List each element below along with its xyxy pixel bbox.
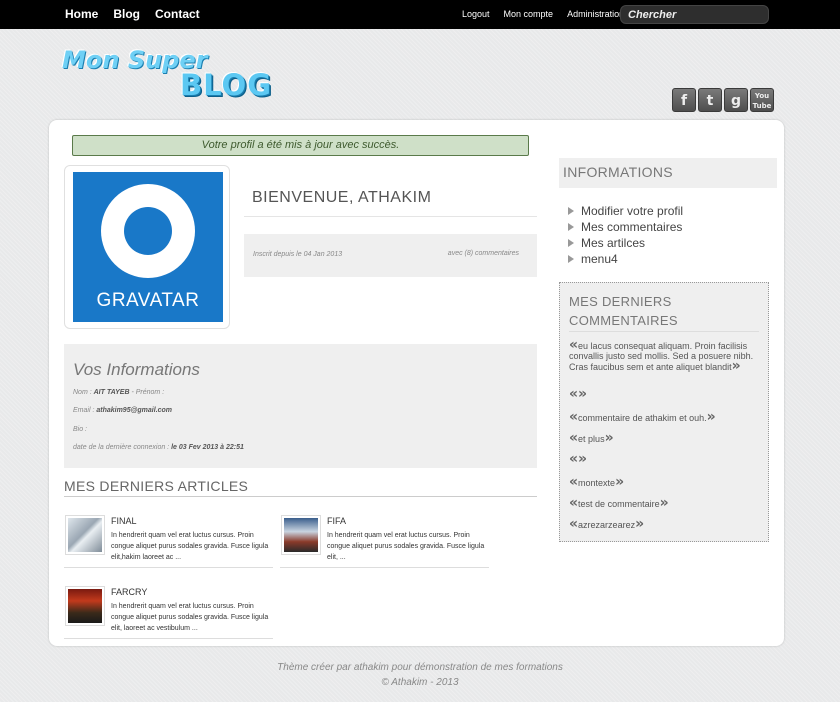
comment-item[interactable]: «eu lacus consequat aliquam. Proin facil… [569,338,761,374]
footer-copyright: © Athakim - 2013 [381,677,459,688]
open-quote-icon: « [569,409,579,425]
divider [64,496,537,497]
success-message: Votre profil a été mis à jour avec succè… [72,135,529,156]
gravatar-wordmark: GRAVATAR [96,290,200,311]
open-quote-icon: « [569,451,579,467]
close-quote-icon: » [635,516,645,532]
sidebar-info-header: INFORMATIONS [559,158,777,188]
last-login-row: date de la dernière connexion : le 03 Fe… [73,444,244,451]
sidebar-item-edit-profile[interactable]: Modifier votre profil [568,203,683,219]
open-quote-icon: « [569,430,579,446]
recent-comments-title: MES DERNIERS COMMENTAIRES [569,294,678,328]
comment-item[interactable]: «azrezarzearez» [569,516,761,532]
nav-contact[interactable]: Contact [155,7,200,21]
site-logo[interactable]: Mon Super BLOG [62,46,282,104]
open-quote-icon: « [569,474,579,490]
info-title: Vos Informations [73,360,200,379]
logo-line2: BLOG [180,68,273,102]
article-title[interactable]: FINAL [111,516,137,526]
triangle-right-icon [568,239,574,247]
email-value: athakim95@gmail.com [96,407,173,414]
close-quote-icon: » [615,474,625,490]
article-card[interactable]: FINAL In hendrerit quam vel erat luctus … [64,515,273,568]
close-quote-icon: » [731,358,741,374]
nav-home[interactable]: Home [65,7,98,21]
article-excerpt: In hendrerit quam vel erat luctus cursus… [111,603,269,632]
admin-link[interactable]: Administration [567,9,624,19]
member-since: Inscrit depuis le 04 Jan 2013 [253,251,343,258]
close-quote-icon: » [659,495,669,511]
triangle-right-icon [568,255,574,263]
google-icon[interactable]: g [724,88,748,112]
article-excerpt: In hendrerit quam vel erat luctus cursus… [327,532,485,561]
recent-comments-box: MES DERNIERS COMMENTAIRES «eu lacus cons… [559,282,769,542]
articles-title: MES DERNIERS ARTICLES [64,478,249,494]
email-row: Email : athakim95@gmail.com [73,407,173,414]
facebook-icon[interactable]: f [672,88,696,112]
member-info-box: Inscrit depuis le 04 Jan 2013 avec (8) c… [244,234,537,277]
gravatar-logo-icon [101,184,195,278]
article-thumbnail[interactable] [281,515,321,555]
sidebar-item-comments[interactable]: Mes commentaires [568,219,683,235]
article-card[interactable]: FARCRY In hendrerit quam vel erat luctus… [64,586,273,639]
nav-blog[interactable]: Blog [113,7,140,21]
triangle-right-icon [568,223,574,231]
open-quote-icon: « [569,386,579,402]
divider [244,216,537,217]
close-quote-icon: » [578,386,588,402]
search-input[interactable] [620,5,769,24]
top-bar: Home Blog Contact Logout Mon compte Admi… [0,0,840,29]
bio-row: Bio : [73,426,88,433]
last-login-value: le 03 Fev 2013 à 22:51 [171,444,244,451]
social-links: f t g You Tube [672,88,774,112]
open-quote-icon: « [569,495,579,511]
article-card[interactable]: FIFA In hendrerit quam vel erat luctus c… [280,515,489,568]
footer-credit: Thème créer par athakim pour démonstrati… [277,662,563,673]
close-quote-icon: » [578,451,588,467]
sidebar-menu: Modifier votre profil Mes commentaires M… [568,203,683,267]
welcome-title: BIENVENUE, ATHAKIM [252,189,432,206]
sidebar-item-menu4[interactable]: menu4 [568,251,683,267]
avatar-frame: GRAVATAR [64,165,230,329]
close-quote-icon: » [706,409,716,425]
sidebar-item-articles[interactable]: Mes artilces [568,235,683,251]
main-nav: Home Blog Contact [65,7,200,21]
avatar: GRAVATAR [73,172,223,322]
comment-item[interactable]: «commentaire de athakim et ouh.» [569,409,761,425]
divider [569,331,759,332]
sidebar-info-title: INFORMATIONS [563,164,673,180]
article-thumbnail[interactable] [65,586,105,626]
article-excerpt: In hendrerit quam vel erat luctus cursus… [111,532,269,561]
user-nav: Logout Mon compte Administration [462,9,624,19]
comment-item[interactable]: «test de commentaire» [569,495,761,511]
comment-item[interactable]: «montexte» [569,474,761,490]
comment-item[interactable]: «et plus» [569,430,761,446]
open-quote-icon: « [569,516,579,532]
logout-link[interactable]: Logout [462,9,490,19]
triangle-right-icon [568,207,574,215]
comment-count: avec (8) commentaires [447,250,519,257]
name-row: Nom : AIT TAYEB - Prénom : [73,389,165,396]
twitter-icon[interactable]: t [698,88,722,112]
article-title[interactable]: FIFA [327,516,346,526]
name-value: AIT TAYEB [93,389,130,396]
close-quote-icon: » [604,430,614,446]
article-title[interactable]: FARCRY [111,587,147,597]
comment-item[interactable]: «» [569,451,761,467]
article-thumbnail[interactable] [65,515,105,555]
account-link[interactable]: Mon compte [504,9,554,19]
comment-item[interactable]: «» [569,386,761,402]
user-info-box: Vos Informations Nom : AIT TAYEB - Préno… [64,344,537,468]
youtube-icon[interactable]: You Tube [750,88,774,112]
